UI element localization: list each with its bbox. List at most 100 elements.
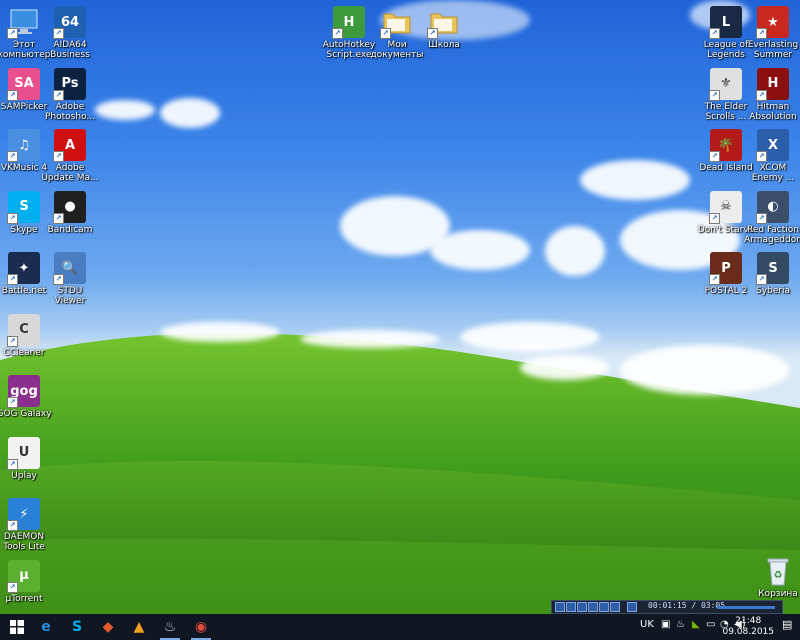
shortcut-arrow-icon: ↗ — [427, 28, 438, 39]
stdu-viewer-icon: 🔍 ↗ — [53, 252, 86, 285]
media-volume-slider[interactable] — [717, 606, 775, 609]
edge-icon: e — [41, 619, 51, 635]
action-center-icon[interactable]: ▤ — [782, 618, 792, 631]
recycle-bin-label: Корзина — [758, 589, 798, 599]
desktop-icon-gog[interactable]: gog ↗ GOG Galaxy — [0, 375, 53, 419]
shortcut-arrow-icon: ↗ — [53, 28, 64, 39]
shortcut-arrow-icon: ↗ — [709, 28, 720, 39]
desktop-icon-bandicam[interactable]: ● ↗ Bandicam — [41, 190, 99, 235]
desktop-icon-label: Red Faction Armageddon — [744, 224, 800, 245]
desktop-icon-stdu-viewer[interactable]: 🔍 ↗ STDU Viewer — [41, 252, 99, 306]
everlasting-summer-icon: ★ ↗ — [756, 6, 789, 39]
desktop-icon-label: µTorrent — [5, 593, 43, 604]
shortcut-arrow-icon: ↗ — [756, 151, 767, 162]
shortcut-arrow-icon: ↗ — [7, 28, 18, 39]
desktop-icon-daemon-tools[interactable]: ⚡ ↗ DAEMON Tools Lite — [0, 498, 53, 552]
desktop-icon-everlasting-summer[interactable]: ★ ↗ Everlasting Summer — [744, 6, 800, 60]
shortcut-arrow-icon: ↗ — [332, 28, 343, 39]
desktop-icon-syberia[interactable]: S ↗ Syberia — [744, 252, 800, 296]
media-playlist-button[interactable] — [627, 602, 637, 612]
desktop-icon-hitman[interactable]: H ↗ Hitman Absolution — [744, 67, 800, 122]
media-next-button[interactable] — [599, 602, 609, 612]
taskbar-button-skype-taskbar[interactable]: S — [62, 614, 92, 640]
desktop-icon-label: Uplay — [11, 470, 37, 481]
dont-starve-icon: ☠ ↗ — [709, 190, 742, 224]
tray-steam-icon[interactable]: ♨ — [676, 619, 685, 630]
desktop-icon-red-faction[interactable]: ◐ ↗ Red Faction Armageddon — [744, 190, 800, 245]
desktop-icon-label: Adobe Photosho... — [45, 101, 95, 122]
desktop-icon-label: GOG Galaxy — [0, 409, 52, 419]
hitman-icon: H ↗ — [756, 67, 789, 101]
desktop-icon-label: XCOM Enemy ... — [751, 163, 795, 183]
clock-date: 09.08.2015 — [722, 627, 774, 637]
folder-icon: ↗ — [380, 6, 413, 39]
red-faction-icon: ◐ ↗ — [756, 190, 789, 224]
shortcut-arrow-icon: ↗ — [53, 151, 64, 162]
elder-scrolls-icon: ⚜ ↗ — [709, 67, 742, 101]
desktop-icon-label: Everlasting Summer — [747, 40, 799, 60]
desktop-icon-xcom[interactable]: X ↗ XCOM Enemy ... — [744, 129, 800, 183]
shortcut-arrow-icon: ↗ — [7, 151, 18, 162]
syberia-icon: S ↗ — [756, 252, 789, 285]
dead-island-icon: 🌴 ↗ — [709, 129, 742, 162]
media-prev-button[interactable] — [588, 602, 598, 612]
battlenet-icon: ✦ ↗ — [7, 252, 40, 285]
shortcut-arrow-icon: ↗ — [7, 520, 18, 531]
desktop-icon-uplay[interactable]: U ↗ Uplay — [0, 436, 53, 481]
shortcut-arrow-icon: ↗ — [7, 89, 18, 101]
tray-nvidia-icon[interactable]: ◣ — [692, 619, 700, 630]
taskbar-clock[interactable]: 21:48 09.08.2015 — [722, 616, 774, 638]
shortcut-arrow-icon: ↗ — [709, 151, 720, 162]
start-button[interactable] — [2, 614, 32, 640]
media-play-button[interactable] — [555, 602, 565, 612]
uplay-icon: U ↗ — [7, 436, 40, 470]
desktop-icon-ccleaner[interactable]: C ↗ CCleaner — [0, 313, 53, 358]
shortcut-arrow-icon: ↗ — [53, 89, 64, 101]
desktop-icon-label: Adobe Update Ma... — [41, 163, 99, 183]
desktop-icon-utorrent[interactable]: µ ↗ µTorrent — [0, 559, 53, 604]
desktop-icon-adobe-update[interactable]: A ↗ Adobe Update Ma... — [41, 129, 99, 183]
shortcut-arrow-icon: ↗ — [7, 212, 18, 224]
desktop-icon-school-folder[interactable]: ↗ Школа — [415, 6, 473, 50]
shortcut-arrow-icon: ↗ — [53, 212, 64, 224]
desktop-icon-label: Syberia — [755, 286, 790, 296]
postal2-icon: P ↗ — [709, 252, 742, 285]
aimp-icon: ▲ — [133, 619, 145, 635]
league-of-legends-icon: L ↗ — [709, 6, 742, 39]
desktop-icon-recycle-bin[interactable]: ♻ Корзина — [749, 555, 800, 599]
media-stop-button[interactable] — [577, 602, 587, 612]
steam-icon: ♨ — [163, 619, 177, 635]
media-player-minibar: 00:01:15 / 03:05 — [551, 600, 783, 614]
xcom-icon: X ↗ — [756, 129, 789, 162]
shortcut-arrow-icon: ↗ — [7, 274, 18, 285]
desktop-icon-photoshop[interactable]: Ps ↗ Adobe Photosho... — [41, 67, 99, 122]
language-indicator[interactable]: UK — [640, 619, 654, 630]
taskbar-button-edge[interactable]: e — [31, 614, 61, 640]
taskbar-button-paint[interactable]: ◆ — [93, 614, 123, 640]
shortcut-arrow-icon: ↗ — [756, 274, 767, 285]
taskbar-button-chrome[interactable]: ◉ — [186, 614, 216, 640]
taskbar-button-aimp[interactable]: ▲ — [124, 614, 154, 640]
taskbar-button-steam[interactable]: ♨ — [155, 614, 185, 640]
media-open-button[interactable] — [610, 602, 620, 612]
shortcut-arrow-icon: ↗ — [7, 581, 18, 593]
desktop-icon-aida64[interactable]: 64 ↗ AIDA64 Business — [41, 6, 99, 60]
desktop-icon-label: Bandicam — [47, 224, 93, 235]
windows-logo-icon — [10, 620, 24, 634]
photoshop-icon: Ps ↗ — [53, 67, 86, 101]
shortcut-arrow-icon: ↗ — [709, 274, 720, 285]
computer-icon: ↗ — [7, 6, 40, 39]
skype-taskbar-icon: S — [71, 619, 83, 635]
taskbar: e S ◆ ▲ ♨ ◉ UK ▣ ♨ ◣ ▭ ◔ ◀) 21:48 09.08.2015 … — [0, 614, 800, 640]
recycle-bin-icon: ♻ — [762, 555, 794, 587]
media-time: 00:01:15 / 03:05 — [648, 601, 726, 610]
shortcut-arrow-icon: ↗ — [7, 335, 18, 347]
desktop-icon-label: DAEMON Tools Lite — [3, 532, 45, 552]
shortcut-arrow-icon: ↗ — [709, 89, 720, 101]
tray-display-icon[interactable]: ▣ — [661, 619, 670, 630]
media-pause-button[interactable] — [566, 602, 576, 612]
shortcut-arrow-icon: ↗ — [756, 212, 767, 224]
tray-battery-icon[interactable]: ▭ — [706, 619, 715, 630]
shortcut-arrow-icon: ↗ — [756, 89, 767, 101]
vkmusic-icon: ♫ ↗ — [7, 129, 40, 162]
